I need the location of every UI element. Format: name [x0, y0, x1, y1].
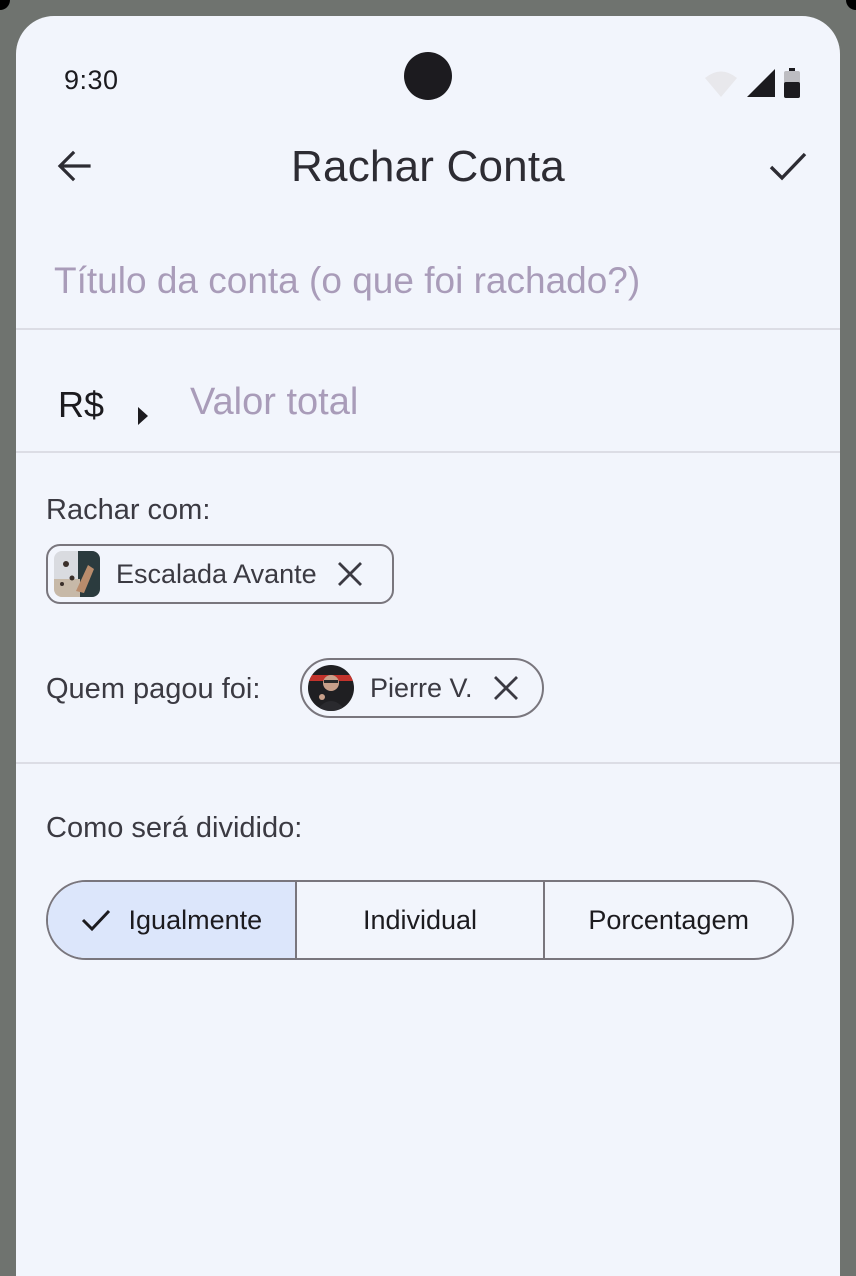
split-with-chip[interactable]: Escalada Avante: [46, 544, 394, 604]
bill-title-field: [16, 248, 840, 330]
bill-title-input[interactable]: [54, 260, 814, 302]
app-screen: 9:30 Rachar Conta Título da conta (o que…: [16, 16, 840, 1276]
wifi-icon: [705, 71, 737, 97]
total-value-field: R$: [16, 329, 840, 453]
split-method-segmented-button: Igualmente Individual Porcentagem: [46, 880, 794, 960]
battery-icon: [784, 68, 800, 98]
section-divider: [16, 762, 840, 764]
confirm-button[interactable]: [766, 144, 810, 188]
segment-individual[interactable]: Individual: [297, 882, 546, 958]
segment-label: Igualmente: [128, 904, 263, 935]
user-avatar: [308, 665, 354, 711]
close-icon[interactable]: [335, 559, 365, 589]
split-method-label: Como será dividido:: [46, 812, 303, 844]
paid-by-label: Quem pagou foi:: [46, 673, 261, 705]
screen-corner: [0, 0, 10, 10]
check-icon: [81, 908, 111, 932]
segment-porcentagem[interactable]: Porcentagem: [545, 882, 792, 958]
total-value-input[interactable]: [190, 381, 790, 424]
currency-selector[interactable]: R$: [58, 384, 104, 426]
group-avatar: [54, 551, 100, 597]
top-app-bar: Rachar Conta: [16, 126, 840, 206]
page-title: Rachar Conta: [291, 142, 565, 191]
camera-cutout: [404, 52, 452, 100]
signal-icon: [747, 69, 775, 97]
segment-igualmente[interactable]: Igualmente: [48, 882, 297, 958]
paid-by-chip[interactable]: Pierre V.: [300, 658, 544, 718]
split-with-label: Rachar com:: [46, 494, 211, 526]
screen-corner: [846, 0, 856, 10]
caret-right-icon[interactable]: [138, 407, 148, 425]
segment-label: Porcentagem: [588, 904, 749, 935]
segment-label: Individual: [362, 904, 478, 935]
status-icons: [704, 68, 800, 98]
chip-label: Pierre V.: [370, 672, 473, 703]
check-icon: [769, 152, 807, 181]
close-icon[interactable]: [491, 673, 521, 703]
chip-label: Escalada Avante: [116, 558, 317, 589]
status-time: 9:30: [64, 65, 119, 95]
status-bar: 9:30: [16, 16, 840, 136]
